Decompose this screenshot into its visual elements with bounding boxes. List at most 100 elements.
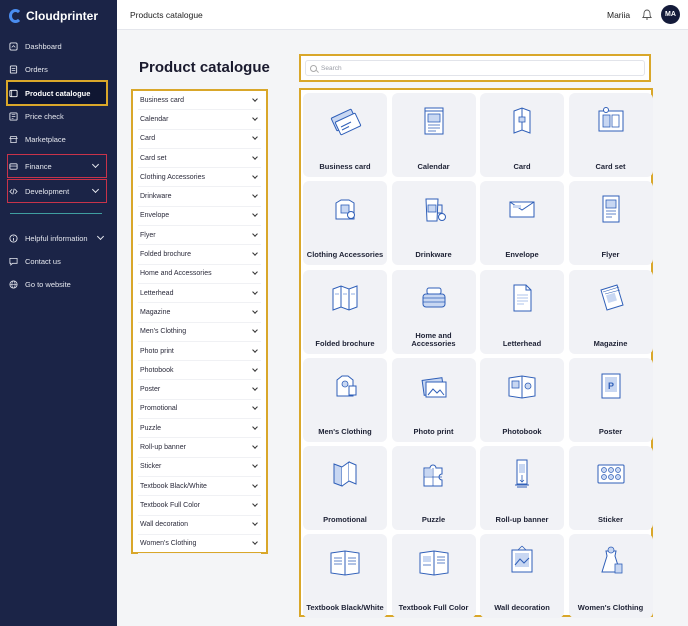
category-item[interactable]: Letterhead [138, 284, 261, 304]
category-item[interactable]: Women's Clothing [138, 535, 261, 555]
sidebar-item-marketplace[interactable]: Marketplace [9, 128, 109, 150]
category-label: Photobook [140, 366, 174, 374]
sidebar-item-orders[interactable]: Orders [9, 58, 109, 80]
bell-icon[interactable] [641, 8, 653, 21]
category-item[interactable]: Wall decoration [138, 516, 261, 535]
sidebar-item-finance[interactable]: Finance [7, 154, 107, 178]
category-item[interactable]: Photo print [138, 342, 261, 362]
product-label: Business card [319, 162, 371, 171]
product-label: Puzzle [421, 515, 446, 525]
product-card[interactable]: Sticker [568, 446, 653, 531]
product-card[interactable]: Magazine [568, 269, 653, 354]
product-card[interactable]: Folded brochure [303, 269, 387, 354]
product-card[interactable]: Home and Accessories [391, 269, 476, 354]
orders-icon [9, 64, 18, 74]
photo-print-icon [421, 377, 446, 398]
sidebar-item-helpful-information[interactable]: Helpful information [9, 227, 109, 249]
sidebar-item-label: Finance [25, 161, 52, 171]
product-card[interactable]: Card [480, 93, 564, 177]
svg-text:P: P [608, 381, 614, 391]
catalogue-icon [9, 89, 18, 97]
category-item[interactable]: Drinkware [138, 187, 261, 207]
category-item[interactable]: Promotional [138, 400, 261, 420]
chevron-down-icon [252, 520, 258, 527]
category-label: Wall decoration [140, 521, 188, 529]
cloudprinter-logo-icon [9, 9, 22, 23]
category-item[interactable]: Flyer [138, 226, 261, 246]
letterhead-icon [513, 284, 532, 312]
category-list: Business card Calendar Card Card set Clothin… [131, 89, 268, 555]
product-card[interactable]: Women's Clothing [568, 534, 653, 619]
category-item[interactable]: Business card [138, 91, 261, 111]
product-card[interactable]: Wall decoration [480, 534, 564, 619]
category-item[interactable]: Magazine [138, 303, 261, 323]
category-item[interactable]: Card [138, 130, 261, 149]
category-label: Puzzle [140, 424, 162, 432]
product-label: Roll-up banner [495, 515, 549, 525]
card-icon [513, 107, 531, 134]
chat-icon [9, 257, 18, 266]
logo[interactable]: Cloudprinter [9, 7, 98, 25]
category-item[interactable]: Home and Accessories [138, 265, 261, 284]
sidebar-item-price-check[interactable]: Price check [9, 105, 109, 127]
user-name[interactable]: Mariia [607, 10, 630, 20]
product-card[interactable]: Textbook Black/White [303, 534, 387, 619]
category-item[interactable]: Roll-up banner [138, 438, 261, 458]
product-card[interactable]: Puzzle [391, 446, 476, 531]
category-item[interactable]: Clothing Accessories [138, 168, 261, 188]
chevron-down-icon [252, 346, 258, 353]
product-card[interactable]: Men's Clothing [303, 357, 387, 442]
category-item[interactable]: Photobook [138, 361, 261, 381]
sidebar-item-development[interactable]: Development [7, 179, 107, 203]
product-card[interactable]: Promotional [303, 446, 387, 531]
product-label: Photo print [413, 426, 454, 436]
product-card[interactable]: Roll-up banner [480, 446, 564, 531]
product-card[interactable]: Envelope [480, 181, 564, 266]
avatar[interactable]: MA [661, 5, 680, 24]
product-card[interactable]: Photobook [480, 357, 564, 442]
sidebar-divider [10, 213, 102, 214]
search-field[interactable] [305, 60, 645, 76]
price-check-icon [9, 111, 18, 121]
product-card[interactable]: Clothing Accessories [303, 181, 387, 266]
product-card[interactable]: P Poster [568, 357, 653, 442]
category-label: Card [140, 135, 156, 143]
home-accessories-icon [422, 287, 445, 308]
sidebar-item-dashboard[interactable]: Dashboard [9, 35, 109, 57]
finance-icon [9, 162, 18, 170]
product-card[interactable]: Calendar [391, 93, 476, 177]
product-card[interactable]: Drinkware [391, 181, 476, 266]
category-item[interactable]: Calendar [138, 110, 261, 130]
card-set-icon [598, 107, 623, 132]
chevron-down-icon [91, 160, 100, 169]
sidebar-item-label: Contact us [25, 256, 61, 266]
category-item[interactable]: Puzzle [138, 419, 261, 439]
category-item[interactable]: Textbook Full Color [138, 496, 261, 516]
product-card[interactable]: Flyer [568, 181, 653, 266]
category-item[interactable]: Sticker [138, 458, 261, 477]
category-label: Card set [140, 154, 167, 162]
chevron-down-icon [96, 232, 105, 241]
product-card[interactable]: Textbook Full Color [391, 534, 476, 619]
search-input[interactable] [321, 64, 621, 72]
product-label: Men's Clothing [318, 426, 372, 436]
product-label: Wall decoration [494, 603, 550, 613]
category-item[interactable]: Textbook Black/White [138, 477, 261, 497]
category-label: Letterhead [140, 289, 174, 297]
product-card[interactable]: Photo print [391, 357, 476, 442]
category-item[interactable]: Poster [138, 380, 261, 400]
product-card[interactable]: Business card [303, 93, 387, 177]
category-item[interactable]: Folded brochure [138, 245, 261, 265]
chevron-down-icon [252, 95, 258, 102]
category-item[interactable]: Men's Clothing [138, 323, 261, 342]
drinkware-icon [424, 198, 446, 222]
chevron-down-icon [252, 404, 258, 411]
category-item[interactable]: Envelope [138, 207, 261, 227]
sidebar-item-go-to-website[interactable]: Go to website [9, 273, 109, 295]
sidebar-item-product-catalogue[interactable]: Product catalogue [6, 80, 108, 106]
category-item[interactable]: Card set [138, 149, 261, 169]
product-card[interactable]: Letterhead [480, 269, 564, 354]
sidebar-item-contact-us[interactable]: Contact us [9, 250, 109, 272]
promotional-icon [333, 461, 357, 487]
product-card[interactable]: Card set [568, 93, 653, 177]
